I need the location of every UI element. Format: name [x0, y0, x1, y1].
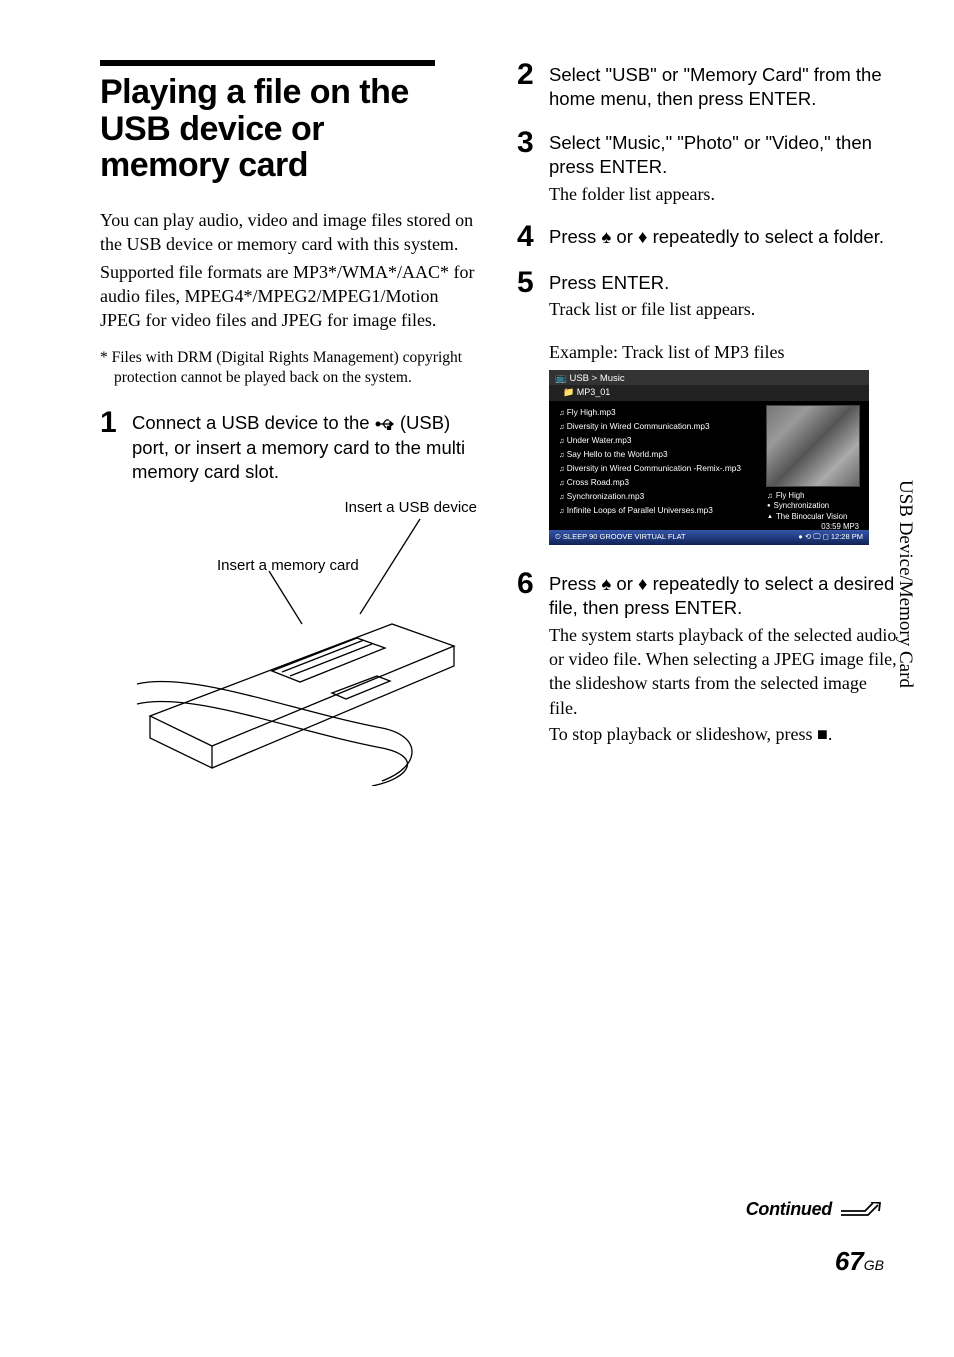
- step-4-text: Press ♠ or ♦ repeatedly to select a fold…: [549, 225, 899, 249]
- chapter-side-tab: USB Device/Memory Card: [894, 480, 916, 688]
- ts-item: Synchronization.mp3: [555, 489, 761, 503]
- ts-item: Cross Road.mp3: [555, 475, 761, 489]
- intro-paragraph-1: You can play audio, video and image file…: [100, 208, 482, 257]
- continued-indicator: Continued: [746, 1199, 884, 1220]
- ts-status-bar: ⏲ SLEEP 90 GROOVE VIRTUAL FLAT ● ⟲ 🖵 ◻ 1…: [549, 530, 869, 545]
- usb-icon: [375, 412, 400, 433]
- step-2-text: Select "USB" or "Memory Card" from the h…: [549, 63, 899, 112]
- intro-paragraph-2: Supported file formats are MP3*/WMA*/AAC…: [100, 260, 482, 333]
- step-5-text: Press ENTER.: [549, 271, 899, 295]
- up-arrow-icon: ♠: [601, 573, 611, 594]
- ts-file-list: Fly High.mp3 Diversity in Wired Communic…: [549, 401, 761, 529]
- step-6-subtext-2: To stop playback or slideshow, press ■.: [549, 722, 899, 746]
- continued-arrow-icon: [840, 1202, 884, 1218]
- ts-item: Diversity in Wired Communication -Remix-…: [555, 461, 761, 475]
- ts-item: Say Hello to the World.mp3: [555, 447, 761, 461]
- step-5-subtext: Track list or file list appears.: [549, 297, 899, 321]
- ts-folder: 📁 MP3_01: [549, 385, 869, 401]
- ts-item: Diversity in Wired Communication.mp3: [555, 419, 761, 433]
- ts-album-art: [766, 405, 860, 487]
- tracklist-caption: Example: Track list of MP3 files: [549, 340, 899, 364]
- tracklist-screenshot: 📺 USB > Music 📁 MP3_01 Fly High.mp3 Dive…: [549, 370, 869, 545]
- up-arrow-icon: ♠: [601, 226, 611, 247]
- step-3-text: Select "Music," "Photo" or "Video," then…: [549, 131, 899, 180]
- page-number: 67GB: [746, 1246, 884, 1277]
- ts-metadata: Fly High Synchronization The Binocular V…: [761, 491, 865, 533]
- drm-footnote: * Files with DRM (Digital Rights Managem…: [100, 348, 482, 388]
- step-number-4: 4: [517, 222, 539, 252]
- step-3-subtext: The folder list appears.: [549, 182, 899, 206]
- ts-breadcrumb: 📺 USB > Music: [549, 370, 869, 385]
- step-number-5: 5: [517, 268, 539, 545]
- section-heading-block: Playing a file on the USB device or memo…: [100, 60, 435, 184]
- usb-insert-label: Insert a USB device: [132, 499, 482, 516]
- step-6-subtext-1: The system starts playback of the select…: [549, 623, 899, 720]
- step-6-text: Press ♠ or ♦ repeatedly to select a desi…: [549, 572, 899, 621]
- step-number-2: 2: [517, 60, 539, 112]
- ts-item: Fly High.mp3: [555, 405, 761, 419]
- stop-icon: ■: [817, 724, 828, 744]
- step-1-text: Connect a USB device to the: [132, 411, 482, 484]
- card-insert-label: Insert a memory card: [132, 557, 482, 574]
- ts-item: Under Water.mp3: [555, 433, 761, 447]
- step-number-3: 3: [517, 128, 539, 206]
- step-number-6: 6: [517, 569, 539, 746]
- step-number-1: 1: [100, 408, 122, 807]
- ts-item: Infinite Loops of Parallel Universes.mp3: [555, 503, 761, 517]
- section-title: Playing a file on the USB device or memo…: [100, 74, 435, 184]
